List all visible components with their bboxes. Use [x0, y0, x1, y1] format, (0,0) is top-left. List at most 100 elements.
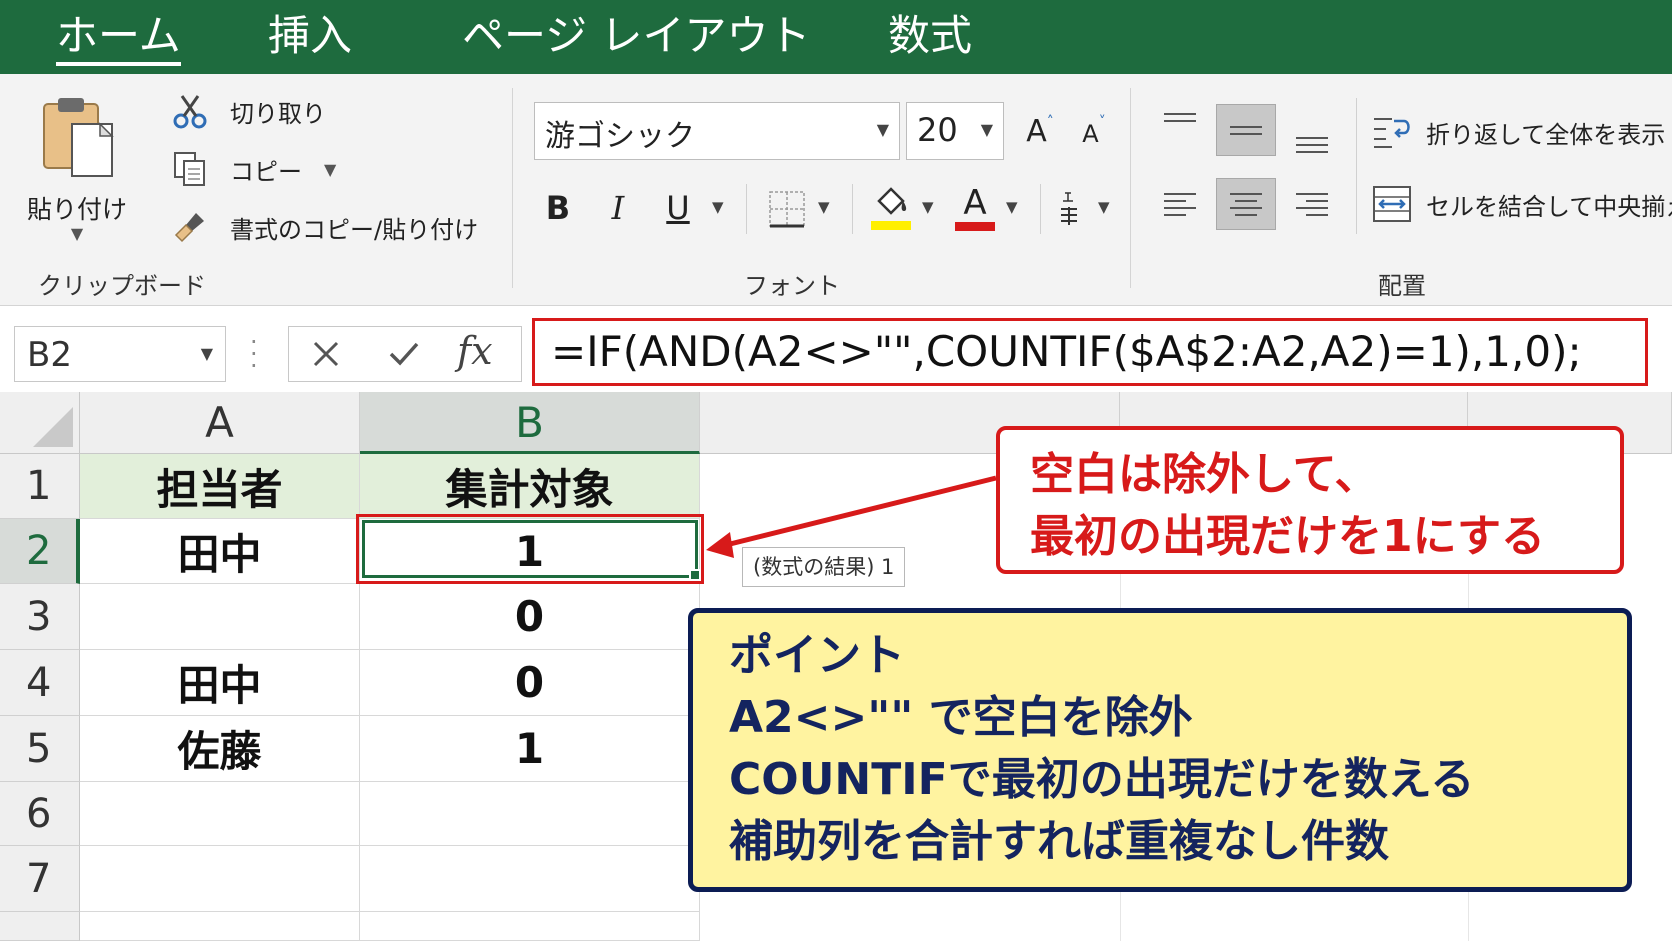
borders-icon	[769, 191, 805, 228]
align-left-button[interactable]	[1150, 178, 1210, 230]
font-name-select[interactable]: 游ゴシック ▼	[534, 102, 900, 160]
row-header-8[interactable]	[0, 912, 80, 941]
formula-input[interactable]: =IF(AND(A2<>"",COUNTIF($A$2:A2,A2)=1),1,…	[532, 318, 1648, 386]
borders-button[interactable]	[762, 184, 812, 234]
bold-button[interactable]: B	[536, 184, 580, 232]
divider	[1040, 184, 1041, 234]
chevron-down-icon[interactable]: ▼	[1006, 198, 1018, 216]
scissors-icon	[170, 91, 210, 131]
formula-buttons: fx	[288, 326, 522, 382]
wrap-text-icon	[1374, 118, 1410, 148]
merge-center-button[interactable]: セルを結合して中央揃え	[1372, 182, 1672, 226]
chevron-down-icon[interactable]: ▼	[922, 198, 934, 216]
clipboard-icon	[43, 98, 114, 177]
italic-button[interactable]: I	[596, 184, 640, 232]
point-line-2: COUNTIFで最初の出現だけを数える	[729, 754, 1475, 805]
splitter-handle[interactable]: · · ·	[250, 330, 258, 378]
formula-bar: B2 ▼ · · · fx =IF(AND(A2<>"",COUNTIF($A$2:…	[0, 306, 1672, 392]
cell-a3[interactable]	[80, 584, 360, 650]
divider	[746, 184, 747, 234]
divider	[1356, 98, 1357, 234]
grow-font-button[interactable]: A ˄	[1018, 108, 1062, 154]
align-middle-button[interactable]	[1216, 104, 1276, 156]
cell-b7[interactable]	[360, 846, 700, 912]
active-cell-border	[362, 520, 701, 581]
cell-b1[interactable]: 集計対象	[360, 454, 700, 519]
align-center-button[interactable]	[1216, 178, 1276, 230]
paste-label: 貼り付け	[26, 195, 127, 224]
cell-a4[interactable]: 田中	[80, 650, 360, 716]
cell-b8[interactable]	[360, 912, 700, 941]
font-name-value: 游ゴシック	[545, 119, 695, 154]
ribbon-tab-bar: ホーム 挿入 ページ レイアウト 数式	[0, 0, 1672, 74]
column-header-a[interactable]: A	[80, 392, 360, 454]
fill-color-button[interactable]	[866, 178, 916, 236]
chevron-down-icon[interactable]: ▼	[818, 198, 830, 216]
row-header-6[interactable]: 6	[0, 782, 80, 846]
chevron-down-icon[interactable]: ▼	[1098, 198, 1110, 216]
phonetic-button[interactable]	[1052, 186, 1086, 232]
cell-b3[interactable]: 0	[360, 584, 700, 650]
row-header-2[interactable]: 2	[0, 519, 80, 584]
insert-function-icon[interactable]: fx	[457, 329, 493, 373]
font-color-button[interactable]: A	[950, 178, 1000, 236]
confirm-icon[interactable]	[381, 331, 427, 377]
tab-formulas[interactable]: 数式	[888, 8, 972, 64]
cell-b4[interactable]: 0	[360, 650, 700, 716]
chevron-down-icon: ▼	[876, 120, 889, 139]
fill-handle[interactable]	[689, 569, 701, 581]
paint-bucket-icon	[871, 187, 911, 230]
copy-label: コピー	[230, 157, 302, 186]
row-header-7[interactable]: 7	[0, 846, 80, 912]
align-bottom-button[interactable]	[1282, 110, 1342, 162]
cell-a7[interactable]	[80, 846, 360, 912]
cell-b5[interactable]: 1	[360, 716, 700, 782]
row-header-3[interactable]: 3	[0, 584, 80, 650]
chevron-down-icon: ▼	[200, 344, 213, 363]
underline-button[interactable]: U	[656, 184, 700, 232]
font-size-value: 20	[917, 111, 958, 149]
point-line-1: A2<>"" で空白を除外	[729, 692, 1193, 743]
cut-button[interactable]: 切り取り	[170, 88, 326, 134]
shrink-font-button[interactable]: A ˅	[1072, 108, 1116, 154]
row-header-5[interactable]: 5	[0, 716, 80, 782]
cell-a8[interactable]	[80, 912, 360, 941]
cell-b6[interactable]	[360, 782, 700, 846]
chevron-down-icon[interactable]: ▼	[22, 224, 132, 243]
column-header-b[interactable]: B	[360, 392, 700, 454]
chevron-down-icon[interactable]: ▼	[324, 160, 336, 179]
wrap-text-label: 折り返して全体を表示	[1426, 120, 1666, 149]
cell-a2[interactable]: 田中	[80, 519, 360, 584]
phonetic-icon	[1061, 192, 1077, 225]
name-box[interactable]: B2 ▼	[14, 326, 226, 382]
formula-text: =IF(AND(A2<>"",COUNTIF($A$2:A2,A2)=1),1,…	[551, 327, 1582, 376]
group-divider	[512, 88, 513, 288]
chevron-down-icon: ▼	[980, 120, 993, 139]
tab-home[interactable]: ホーム	[56, 8, 181, 66]
font-color-swatch	[955, 221, 995, 231]
font-size-select[interactable]: 20 ▼	[906, 102, 1004, 160]
name-box-value: B2	[27, 335, 72, 375]
cell-a6[interactable]	[80, 782, 360, 846]
caret-up-icon: ˄	[1046, 114, 1054, 130]
explanation-callout: 空白は除外して、 最初の出現だけを1にする	[996, 426, 1624, 574]
cell-a1[interactable]: 担当者	[80, 454, 360, 519]
format-painter-button[interactable]: 書式のコピー/貼り付け	[170, 204, 478, 250]
select-all-button[interactable]	[0, 392, 80, 454]
wrap-text-button[interactable]: 折り返して全体を表示	[1372, 110, 1665, 154]
cancel-icon[interactable]	[303, 331, 349, 377]
row-header-1[interactable]: 1	[0, 454, 80, 519]
row-header-4[interactable]: 4	[0, 650, 80, 716]
format-painter-label: 書式のコピー/貼り付け	[230, 215, 479, 244]
paste-button[interactable]: 貼り付け ▼	[22, 88, 132, 248]
caret-down-icon: ˅	[1098, 114, 1106, 130]
align-top-button[interactable]	[1150, 98, 1210, 150]
align-right-button[interactable]	[1282, 178, 1342, 230]
callout-line-2: 最初の出現だけを1にする	[1030, 511, 1546, 562]
alignment-group-label: 配置	[1378, 272, 1426, 300]
tab-page-layout[interactable]: ページ レイアウト	[462, 8, 811, 64]
tab-insert[interactable]: 挿入	[268, 8, 352, 64]
cell-a5[interactable]: 佐藤	[80, 716, 360, 782]
chevron-down-icon[interactable]: ▼	[712, 198, 724, 216]
copy-button[interactable]: コピー ▼	[170, 146, 336, 192]
